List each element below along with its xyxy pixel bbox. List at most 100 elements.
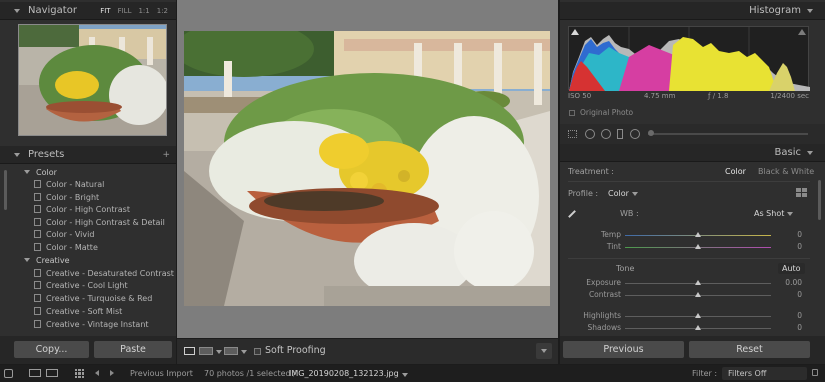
profile-browser-icon[interactable] — [796, 188, 807, 197]
zoom-1-1[interactable]: 1:1 — [138, 7, 149, 15]
auto-button[interactable]: Auto — [778, 263, 805, 274]
highlights-slider-knob[interactable] — [695, 313, 701, 318]
back-arrow-icon[interactable] — [95, 370, 99, 376]
folder-triangle-icon[interactable] — [24, 258, 30, 262]
preset-item[interactable]: Color - Matte — [34, 241, 98, 253]
preset-item[interactable]: Color - Bright — [34, 191, 99, 203]
collapse-triangle-icon[interactable] — [807, 150, 813, 155]
grid-cell — [75, 375, 78, 378]
basic-scrollbar[interactable] — [818, 180, 821, 220]
preset-icon — [34, 193, 41, 201]
forward-arrow-icon[interactable] — [110, 370, 114, 376]
chevron-down-icon[interactable] — [216, 350, 222, 354]
contrast-slider-knob[interactable] — [695, 292, 701, 297]
previous-import-label[interactable]: Previous Import — [130, 369, 193, 378]
profile-value[interactable]: Color — [608, 189, 629, 198]
treatment-bw-option[interactable]: Black & White — [758, 167, 814, 176]
plus-icon[interactable]: + — [162, 150, 170, 160]
selected-filename[interactable]: IMG_20190208_132123.jpg — [289, 369, 399, 378]
preset-label: Creative - Turquoise & Red — [46, 293, 153, 303]
preset-item[interactable]: Creative - Cool Light — [34, 279, 128, 291]
red-eye-icon[interactable] — [601, 129, 611, 139]
basic-header[interactable]: Basic — [560, 144, 825, 162]
exposure-slider[interactable]: Exposure 0.00 — [567, 278, 810, 288]
soft-proofing-checkbox[interactable] — [254, 348, 261, 355]
chevron-down-icon[interactable] — [241, 350, 247, 354]
preset-icon — [34, 281, 41, 289]
second-window-icon[interactable] — [46, 369, 58, 377]
histogram-graph[interactable] — [568, 26, 810, 91]
exposure-slider-knob[interactable] — [695, 280, 701, 285]
slider-value[interactable]: 0 — [797, 242, 802, 251]
toolbar-menu-button[interactable] — [536, 343, 552, 359]
temp-slider[interactable]: Temp 0 — [567, 230, 810, 240]
chevron-down-icon[interactable] — [632, 192, 638, 196]
preset-folder-label: Color — [36, 167, 57, 177]
preset-item[interactable]: Color - Vivid — [34, 228, 94, 240]
navigator-header[interactable]: Navigator FIT FILL 1:1 1:2 — [0, 2, 176, 20]
wb-value[interactable]: As Shot — [754, 209, 784, 218]
preset-item[interactable]: Color - High Contrast & Detail — [34, 216, 165, 228]
highlights-slider[interactable]: Highlights 0 — [567, 311, 810, 321]
tint-slider-knob[interactable] — [695, 244, 701, 249]
filter-dropdown[interactable]: Filters Off — [722, 367, 807, 380]
temp-slider-knob[interactable] — [695, 232, 701, 237]
chevron-down-icon[interactable] — [787, 212, 793, 216]
zoom-fit[interactable]: FIT — [100, 7, 110, 15]
crop-tool-icon[interactable] — [568, 130, 577, 138]
preset-folder-color[interactable]: Color — [24, 166, 57, 178]
radial-filter-icon[interactable] — [630, 129, 640, 139]
contrast-slider[interactable]: Contrast 0 — [567, 290, 810, 300]
brush-size-slider[interactable] — [648, 133, 808, 135]
eyedropper-icon[interactable] — [568, 210, 581, 223]
collapse-triangle-icon[interactable] — [14, 152, 20, 157]
zoom-fill[interactable]: FILL — [118, 7, 132, 15]
loupe-view-icon[interactable] — [184, 347, 195, 355]
chevron-down-icon[interactable] — [402, 373, 408, 377]
preset-item[interactable]: Color - High Contrast — [34, 203, 130, 215]
slider-value[interactable]: 0 — [797, 230, 802, 239]
main-photo[interactable] — [184, 31, 550, 306]
tint-slider[interactable]: Tint 0 — [567, 242, 810, 252]
brush-size-knob-icon[interactable] — [648, 130, 654, 136]
presets-header[interactable]: Presets + — [0, 146, 176, 164]
slider-value[interactable]: 0 — [797, 323, 802, 332]
zoom-1-2[interactable]: 1:2 — [157, 7, 168, 15]
preset-item[interactable]: Creative - Vintage Instant — [34, 318, 149, 330]
histogram-header[interactable]: Histogram — [560, 2, 825, 20]
slider-value[interactable]: 0.00 — [785, 278, 802, 287]
preset-item[interactable]: Creative - Soft Mist — [34, 305, 122, 317]
slider-value[interactable]: 0 — [797, 290, 802, 299]
graduated-filter-icon[interactable] — [617, 129, 623, 139]
shadows-slider[interactable]: Shadows 0 — [567, 323, 810, 333]
center-toolbar: Soft Proofing — [177, 339, 558, 364]
slider-value[interactable]: 0 — [797, 311, 802, 320]
main-window-icon[interactable] — [29, 369, 41, 377]
navigator-preview[interactable] — [18, 24, 167, 136]
before-after-icon[interactable] — [199, 347, 213, 355]
highlight-clipping-icon[interactable] — [798, 29, 806, 35]
reset-button[interactable]: Reset — [689, 341, 810, 358]
compare-view-icon[interactable] — [224, 347, 238, 355]
preset-item[interactable]: Creative - Desaturated Contrast — [34, 267, 174, 279]
shadows-slider-knob[interactable] — [695, 325, 701, 330]
folder-triangle-icon[interactable] — [24, 170, 30, 174]
copy-button[interactable]: Copy... — [14, 341, 89, 358]
treatment-color-option[interactable]: Color — [725, 167, 746, 176]
filter-lock-icon[interactable] — [812, 369, 818, 376]
collapse-triangle-icon[interactable] — [807, 8, 813, 13]
photo-count: 70 photos /1 selected / — [204, 369, 296, 378]
preset-item[interactable]: Color - Natural — [34, 178, 104, 190]
spot-removal-icon[interactable] — [585, 129, 595, 139]
left-scrollbar[interactable] — [4, 170, 7, 210]
grid-view-icon[interactable] — [75, 369, 84, 378]
treatment-divider — [568, 181, 810, 182]
previous-button[interactable]: Previous — [563, 341, 684, 358]
secondary-display-icon[interactable] — [4, 369, 13, 378]
shadow-clipping-icon[interactable] — [571, 29, 579, 35]
preset-item[interactable]: Creative - Turquoise & Red — [34, 292, 152, 304]
preset-folder-creative[interactable]: Creative — [24, 254, 70, 266]
collapse-triangle-icon[interactable] — [14, 8, 20, 13]
original-photo-checkbox[interactable] — [569, 110, 575, 116]
paste-button[interactable]: Paste — [94, 341, 172, 358]
